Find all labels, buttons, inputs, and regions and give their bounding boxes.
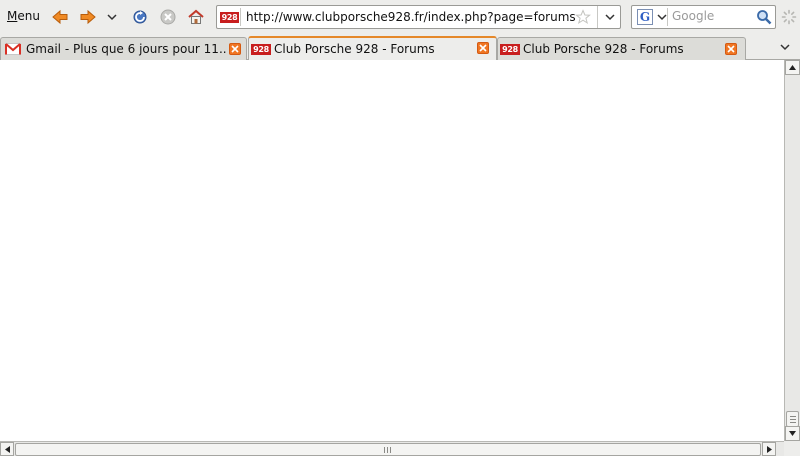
vertical-scroll-thumb[interactable]	[786, 411, 799, 427]
gmail-icon	[5, 42, 21, 56]
chevron-down-icon	[780, 44, 790, 51]
navigation-toolbar: Menu 928 http://www.clubporsche928.fr/in…	[0, 0, 800, 34]
arrow-down-icon	[789, 431, 796, 436]
scroll-up-button[interactable]	[785, 60, 800, 75]
search-bar[interactable]: G	[631, 5, 776, 29]
reload-icon[interactable]	[131, 8, 149, 26]
scroll-left-button[interactable]	[0, 442, 14, 456]
search-engine-selector[interactable]: G	[634, 8, 668, 26]
tab-close-button[interactable]	[229, 43, 241, 55]
url-dropdown-button[interactable]	[597, 6, 621, 28]
history-dropdown-icon[interactable]	[105, 8, 119, 26]
google-engine-icon: G	[637, 9, 653, 25]
search-icon[interactable]	[755, 8, 773, 26]
tab-club-porsche[interactable]: 928 Club Porsche 928 - Forums	[497, 37, 746, 60]
url-text[interactable]: http://www.clubporsche928.fr/index.php?p…	[246, 10, 576, 24]
tab-close-button[interactable]	[725, 43, 737, 55]
url-bar[interactable]: 928 http://www.clubporsche928.fr/index.p…	[216, 5, 621, 29]
favicon-text: 928	[500, 43, 520, 55]
arrow-up-icon	[789, 65, 796, 70]
tab-strip: Gmail - Plus que 6 jours pour 11... 928 …	[0, 34, 800, 60]
close-icon	[727, 45, 735, 53]
forward-icon[interactable]	[79, 8, 97, 26]
close-icon	[231, 45, 239, 53]
stop-icon[interactable]	[159, 8, 177, 26]
tab-label: Club Porsche 928 - Forums	[523, 42, 684, 56]
scroll-right-button[interactable]	[762, 442, 776, 456]
loading-throbber-icon	[781, 9, 797, 25]
chevron-down-icon	[604, 14, 615, 21]
home-icon[interactable]	[187, 8, 205, 26]
grip-icon	[790, 415, 796, 423]
tab-list-button[interactable]	[776, 40, 794, 54]
menu-button[interactable]: Menu	[7, 9, 40, 23]
search-input[interactable]	[672, 9, 752, 23]
tab-close-button[interactable]	[477, 42, 489, 54]
tab-gmail[interactable]: Gmail - Plus que 6 jours pour 11...	[0, 37, 247, 60]
tab-club-porsche-active[interactable]: 928 Club Porsche 928 - Forums	[248, 36, 497, 60]
favicon-text: 928	[251, 43, 271, 55]
page-content[interactable]	[0, 60, 784, 441]
arrow-right-icon	[766, 445, 772, 453]
chevron-down-icon	[657, 14, 667, 21]
site-identity-icon[interactable]: 928	[219, 8, 241, 26]
close-icon	[479, 44, 487, 52]
bookmark-star-icon[interactable]	[575, 9, 591, 25]
site-badge-text: 928	[219, 11, 240, 23]
scrollbar-corner	[784, 441, 800, 456]
grip-icon	[384, 447, 392, 453]
tab-label: Club Porsche 928 - Forums	[274, 42, 435, 56]
vertical-scrollbar[interactable]	[784, 60, 800, 441]
menu-label: Menu	[7, 9, 40, 23]
horizontal-scroll-thumb[interactable]	[15, 443, 761, 456]
site-favicon-icon: 928	[500, 42, 520, 56]
tab-label: Gmail - Plus que 6 jours pour 11...	[26, 42, 226, 56]
site-favicon-icon: 928	[251, 42, 271, 56]
horizontal-scrollbar[interactable]	[0, 441, 784, 456]
back-icon[interactable]	[51, 8, 69, 26]
scroll-down-button[interactable]	[785, 426, 800, 441]
arrow-left-icon	[4, 445, 10, 453]
